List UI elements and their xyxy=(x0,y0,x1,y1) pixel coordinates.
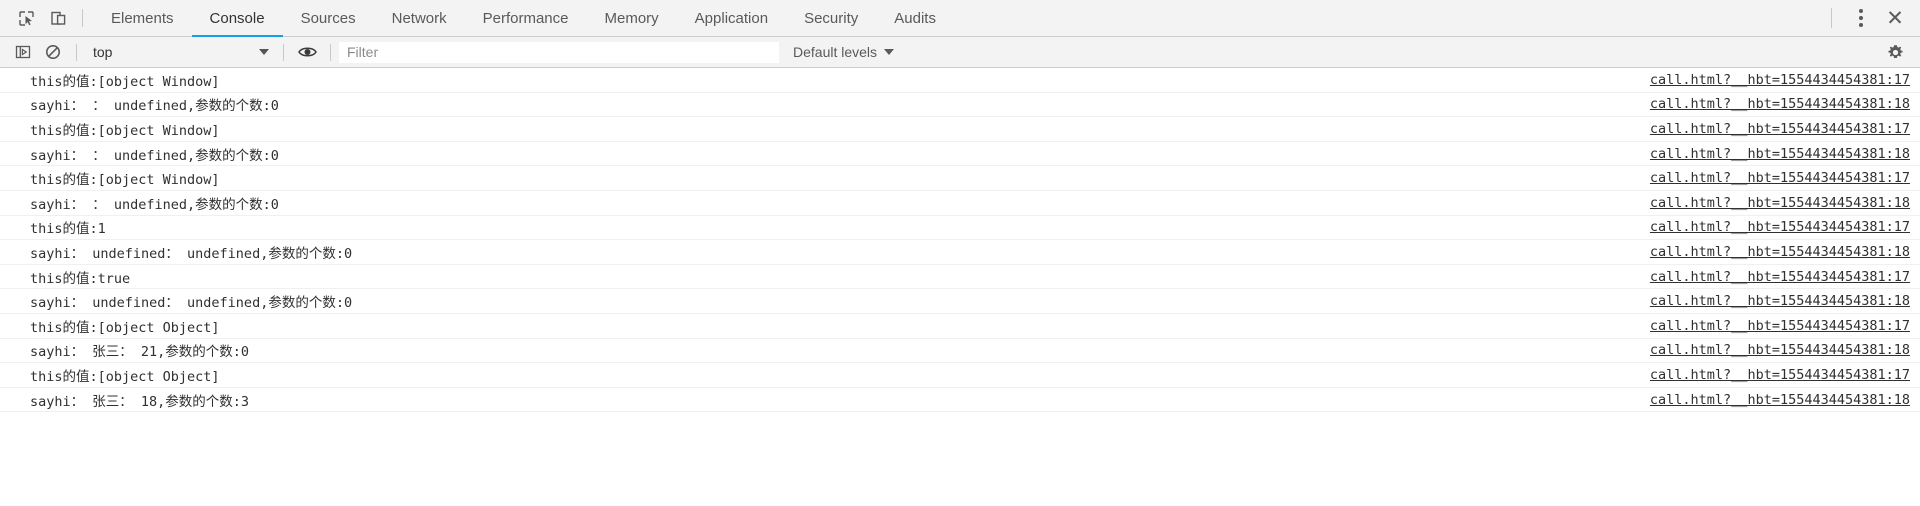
toolbar-divider-1 xyxy=(76,44,77,61)
tabbar-right-divider xyxy=(1831,8,1832,28)
tab-performance-label: Performance xyxy=(483,10,569,27)
console-toolbar: top Default levels xyxy=(0,37,1920,68)
console-message-row[interactable]: this的值:1 call.html?__hbt=1554434454381:1… xyxy=(0,216,1920,241)
console-message-text: this的值:[object Window] xyxy=(30,119,220,139)
kebab-dot xyxy=(1859,23,1863,27)
console-toolbar-right xyxy=(1880,40,1914,64)
console-message-source-link[interactable]: call.html?__hbt=1554434454381:17 xyxy=(1650,318,1910,334)
clear-console-icon xyxy=(45,44,61,60)
console-message-source-link[interactable]: call.html?__hbt=1554434454381:18 xyxy=(1650,96,1910,112)
inspect-element-icon xyxy=(18,10,35,27)
tab-audits-label: Audits xyxy=(894,10,936,27)
console-message-source-link[interactable]: call.html?__hbt=1554434454381:17 xyxy=(1650,170,1910,186)
console-sidebar-icon xyxy=(15,44,31,60)
console-message-row[interactable]: sayhi： ： undefined,参数的个数:0 call.html?__h… xyxy=(0,142,1920,167)
console-message-source-link[interactable]: call.html?__hbt=1554434454381:17 xyxy=(1650,121,1910,137)
tab-security[interactable]: Security xyxy=(786,0,876,36)
inspect-element-button[interactable] xyxy=(10,4,42,32)
console-message-text: sayhi： undefined： undefined,参数的个数:0 xyxy=(30,291,352,311)
console-message-list[interactable]: this的值:[object Window] call.html?__hbt=1… xyxy=(0,68,1920,506)
console-message-text: sayhi： 张三： 18,参数的个数:3 xyxy=(30,390,249,410)
tab-sources[interactable]: Sources xyxy=(283,0,374,36)
console-message-row[interactable]: this的值:true call.html?__hbt=155443445438… xyxy=(0,265,1920,290)
console-message-row[interactable]: this的值:[object Window] call.html?__hbt=1… xyxy=(0,68,1920,93)
console-message-row[interactable]: this的值:[object Object] call.html?__hbt=1… xyxy=(0,363,1920,388)
console-message-row[interactable]: sayhi： ： undefined,参数的个数:0 call.html?__h… xyxy=(0,93,1920,118)
tab-security-label: Security xyxy=(804,10,858,27)
execution-context-selector[interactable]: top xyxy=(85,41,275,63)
console-message-source-link[interactable]: call.html?__hbt=1554434454381:17 xyxy=(1650,72,1910,88)
console-message-source-link[interactable]: call.html?__hbt=1554434454381:18 xyxy=(1650,244,1910,260)
toggle-device-toolbar-icon xyxy=(50,10,67,27)
chevron-down-icon xyxy=(259,49,269,55)
console-message-text: sayhi： ： undefined,参数的个数:0 xyxy=(30,94,279,114)
filter-input[interactable] xyxy=(339,42,779,63)
tabbar-actions: ✕ xyxy=(1817,0,1914,36)
tab-elements-label: Elements xyxy=(111,10,174,27)
console-message-source-link[interactable]: call.html?__hbt=1554434454381:18 xyxy=(1650,392,1910,408)
tab-network[interactable]: Network xyxy=(374,0,465,36)
tab-application-label: Application xyxy=(695,10,768,27)
console-message-row[interactable]: sayhi： 张三： 21,参数的个数:0 call.html?__hbt=15… xyxy=(0,339,1920,364)
tab-memory-label: Memory xyxy=(605,10,659,27)
gear-icon xyxy=(1887,44,1904,61)
console-settings-button[interactable] xyxy=(1880,40,1910,64)
console-message-row[interactable]: sayhi： 张三： 18,参数的个数:3 call.html?__hbt=15… xyxy=(0,388,1920,413)
tab-memory[interactable]: Memory xyxy=(587,0,677,36)
tab-audits[interactable]: Audits xyxy=(876,0,954,36)
console-message-text: sayhi： undefined： undefined,参数的个数:0 xyxy=(30,242,352,262)
console-sidebar-button[interactable] xyxy=(8,40,38,64)
console-message-source-link[interactable]: call.html?__hbt=1554434454381:17 xyxy=(1650,367,1910,383)
tab-console-label: Console xyxy=(210,10,265,27)
kebab-dot xyxy=(1859,9,1863,13)
close-icon: ✕ xyxy=(1886,6,1904,31)
console-message-source-link[interactable]: call.html?__hbt=1554434454381:17 xyxy=(1650,269,1910,285)
tab-network-label: Network xyxy=(392,10,447,27)
eye-icon xyxy=(298,45,317,59)
console-message-row[interactable]: sayhi： undefined： undefined,参数的个数:0 call… xyxy=(0,289,1920,314)
console-message-source-link[interactable]: call.html?__hbt=1554434454381:18 xyxy=(1650,195,1910,211)
console-message-text: this的值:1 xyxy=(30,217,106,237)
console-message-text: sayhi： ： undefined,参数的个数:0 xyxy=(30,193,279,213)
tabbar-divider xyxy=(82,9,83,27)
chevron-down-icon xyxy=(884,49,894,55)
tab-console[interactable]: Console xyxy=(192,0,283,36)
panel-tabs: Elements Console Sources Network Perform… xyxy=(93,0,954,36)
console-message-source-link[interactable]: call.html?__hbt=1554434454381:18 xyxy=(1650,293,1910,309)
tab-performance[interactable]: Performance xyxy=(465,0,587,36)
console-message-text: this的值:[object Window] xyxy=(30,70,220,90)
tab-application[interactable]: Application xyxy=(677,0,786,36)
toolbar-divider-2 xyxy=(283,44,284,61)
toolbar-divider-3 xyxy=(330,44,331,61)
console-message-text: this的值:[object Object] xyxy=(30,316,220,336)
log-level-selector[interactable]: Default levels xyxy=(787,41,900,63)
devtools-window: Elements Console Sources Network Perform… xyxy=(0,0,1920,506)
console-message-text: sayhi： 张三： 21,参数的个数:0 xyxy=(30,340,249,360)
console-message-source-link[interactable]: call.html?__hbt=1554434454381:18 xyxy=(1650,146,1910,162)
live-expression-button[interactable] xyxy=(292,40,322,64)
devtools-tabbar: Elements Console Sources Network Perform… xyxy=(0,0,1920,37)
console-message-row[interactable]: sayhi： ： undefined,参数的个数:0 call.html?__h… xyxy=(0,191,1920,216)
console-message-source-link[interactable]: call.html?__hbt=1554434454381:17 xyxy=(1650,219,1910,235)
console-message-text: this的值:[object Object] xyxy=(30,365,220,385)
console-message-text: this的值:[object Window] xyxy=(30,168,220,188)
clear-console-button[interactable] xyxy=(38,40,68,64)
kebab-dot xyxy=(1859,16,1863,20)
console-message-row[interactable]: this的值:[object Window] call.html?__hbt=1… xyxy=(0,166,1920,191)
console-message-text: sayhi： ： undefined,参数的个数:0 xyxy=(30,144,279,164)
console-message-row[interactable]: sayhi： undefined： undefined,参数的个数:0 call… xyxy=(0,240,1920,265)
toggle-device-toolbar-button[interactable] xyxy=(42,4,74,32)
tab-elements[interactable]: Elements xyxy=(93,0,192,36)
close-devtools-button[interactable]: ✕ xyxy=(1876,3,1914,33)
console-message-row[interactable]: this的值:[object Object] call.html?__hbt=1… xyxy=(0,314,1920,339)
tab-sources-label: Sources xyxy=(301,10,356,27)
log-level-value: Default levels xyxy=(793,44,877,60)
console-message-row[interactable]: this的值:[object Window] call.html?__hbt=1… xyxy=(0,117,1920,142)
execution-context-value: top xyxy=(93,44,253,60)
more-options-button[interactable] xyxy=(1846,4,1876,32)
console-message-text: this的值:true xyxy=(30,267,130,287)
console-message-source-link[interactable]: call.html?__hbt=1554434454381:18 xyxy=(1650,342,1910,358)
